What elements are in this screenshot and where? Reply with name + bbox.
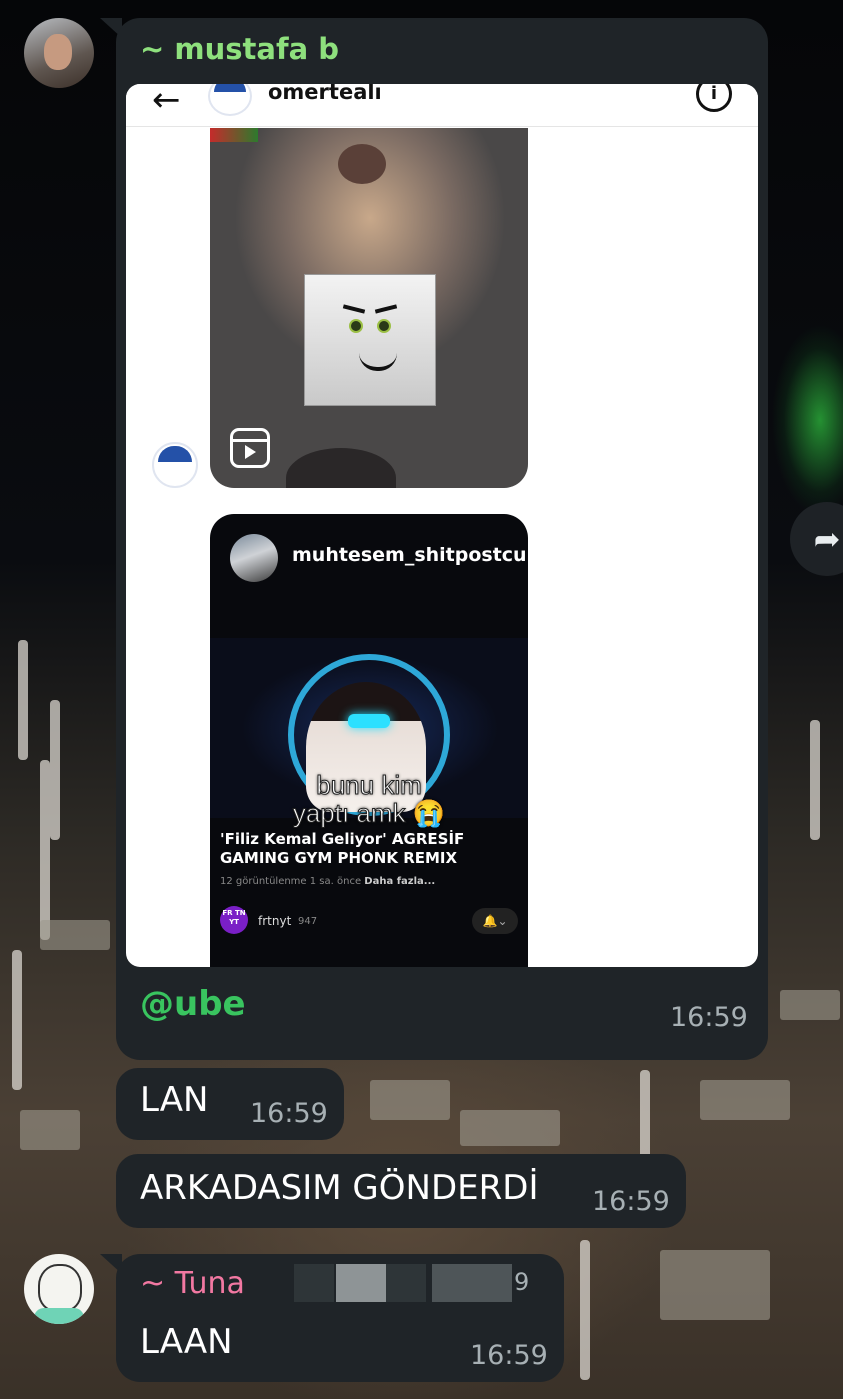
redacted-block — [432, 1264, 512, 1302]
reel-author-avatar — [230, 534, 278, 582]
message-bubble-tuna[interactable]: ~ Tuna 9 LAAN 16:59 — [116, 1254, 564, 1382]
partial-phone-number: 9 — [514, 1268, 530, 1296]
sender-avatar-tuna[interactable] — [24, 1254, 94, 1324]
channel-avatar: FR TN YT — [220, 906, 248, 934]
meme-caption-line1: bunu kim — [316, 770, 423, 801]
wallpaper-chair — [40, 920, 110, 950]
instagram-sender-avatar — [152, 442, 198, 488]
reels-icon — [230, 428, 270, 468]
message-bubble-arkadasim[interactable]: ARKADASIM GÖNDERDİ 16:59 — [116, 1154, 686, 1228]
message-text: LAAN — [140, 1322, 233, 1362]
video-title: 'Filiz Kemal Geliyor' AGRESİF GAMING GYM… — [220, 830, 465, 867]
wallpaper-chair — [700, 1080, 790, 1120]
wallpaper-chair — [20, 1110, 80, 1150]
bell-icon: 🔔⌄ — [472, 908, 518, 934]
redacted-block — [294, 1264, 334, 1302]
video-more-link: Daha fazla... — [364, 876, 436, 887]
info-icon: i — [696, 84, 732, 112]
smirk-mouth — [359, 353, 397, 371]
message-bubble-lan[interactable]: LAN 16:59 — [116, 1068, 344, 1140]
instagram-username: omertealı — [268, 84, 382, 104]
wallpaper-chair — [780, 990, 840, 1020]
sender-avatar-mustafa[interactable] — [24, 18, 94, 88]
wallpaper-umbrella — [12, 950, 22, 1090]
instagram-avatar — [208, 84, 252, 116]
wallpaper-umbrella — [50, 700, 60, 840]
wallpaper-umbrella — [810, 720, 820, 840]
sender-name[interactable]: ~ mustafa b — [140, 32, 339, 66]
redacted-block — [336, 1264, 386, 1302]
image-attachment[interactable]: ← omertealı i muhtesem_shitpostcu bunu k… — [126, 84, 758, 967]
message-time: 16:59 — [670, 1002, 748, 1033]
reel-preview-2: muhtesem_shitpostcu bunu kim yaptı amk 😭… — [210, 514, 528, 967]
video-meta: 12 görüntülenme 1 sa. önce Daha fazla... — [220, 876, 435, 887]
arrow-left-icon: ← — [152, 84, 181, 120]
reel-preview-1 — [210, 128, 528, 488]
message-time: 16:59 — [592, 1186, 670, 1217]
wallpaper-umbrella — [580, 1240, 590, 1380]
glowing-glasses-graphic — [348, 714, 390, 728]
brow-right — [374, 304, 398, 314]
video-views-age: 12 görüntülenme 1 sa. önce — [220, 876, 362, 887]
meme-caption-line2: yaptı amk 😭 — [292, 798, 446, 829]
eye-right — [377, 319, 391, 333]
message-time: 16:59 — [250, 1098, 328, 1129]
shadow-graphic — [286, 448, 396, 488]
message-time: 16:59 — [470, 1340, 548, 1371]
channel-subscribers: 947 — [298, 916, 318, 927]
reel-author-username: muhtesem_shitpostcu — [292, 544, 527, 566]
avatar-sketch — [38, 1264, 82, 1312]
message-text: ARKADASIM GÖNDERDİ — [140, 1168, 539, 1208]
message-text: LAN — [140, 1080, 209, 1120]
wallpaper-umbrella — [18, 640, 28, 760]
redacted-block — [386, 1264, 426, 1302]
eye-left — [349, 319, 363, 333]
brow-left — [342, 304, 366, 314]
avatar-shirt — [34, 1308, 84, 1324]
mention-text[interactable]: @ube — [140, 984, 246, 1024]
message-bubble-forwarded-screenshot[interactable]: ~ mustafa b ← omertealı i muhtesem_shitp… — [116, 18, 768, 1060]
flag-graphic — [210, 128, 258, 142]
channel-name: frtnyt — [258, 914, 292, 928]
instagram-header: ← omertealı i — [126, 84, 758, 127]
roblox-face-block — [304, 274, 436, 406]
sender-name[interactable]: ~ Tuna — [140, 1266, 245, 1301]
avatar-face — [44, 34, 72, 70]
wallpaper-chair — [370, 1080, 450, 1120]
animal-nose-graphic — [338, 144, 386, 184]
wallpaper-chair — [460, 1110, 560, 1146]
wallpaper-umbrella — [40, 760, 50, 940]
wallpaper-chair — [660, 1250, 770, 1320]
